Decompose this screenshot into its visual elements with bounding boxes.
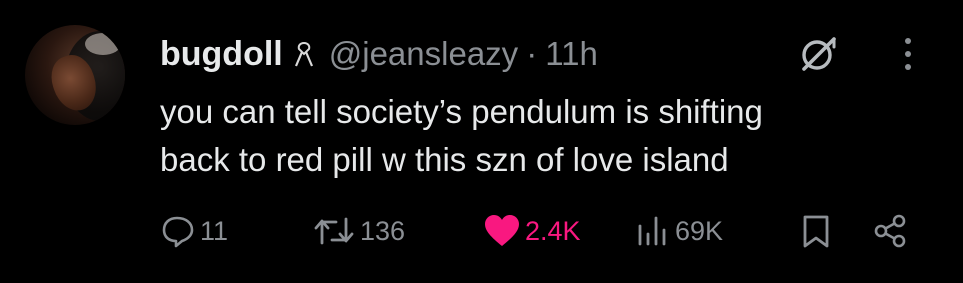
- reply-count: 11: [200, 215, 229, 246]
- tweet-text-line: you can tell society’s pendulum is shift…: [160, 93, 763, 130]
- bookmark-icon: [803, 215, 829, 248]
- author-display-name[interactable]: bugdoll: [160, 35, 283, 74]
- like-button[interactable]: 2.4K: [483, 209, 581, 253]
- grok-icon[interactable]: [798, 33, 840, 75]
- repost-icon: [314, 217, 354, 245]
- avatar[interactable]: [25, 25, 125, 125]
- repost-count: 136: [360, 215, 406, 246]
- share-icon: [874, 214, 906, 248]
- reply-icon: [162, 216, 194, 248]
- tweet[interactable]: bugdoll @jeansleazy · 11h you can tell s…: [0, 0, 963, 283]
- views-count: 69K: [675, 215, 724, 246]
- more-icon[interactable]: [898, 35, 918, 73]
- heart-icon: [485, 215, 519, 246]
- action-bar: 11 136 2.4K 69K: [160, 209, 920, 253]
- views-button[interactable]: 69K: [635, 209, 723, 253]
- tweet-text-line: back to red pill w this szn of love isla…: [160, 141, 729, 178]
- repost-button[interactable]: 136: [312, 209, 405, 253]
- author-handle[interactable]: @jeansleazy: [329, 35, 518, 73]
- ribbon-emoji-icon: [294, 41, 313, 67]
- views-icon: [638, 216, 666, 246]
- tweet-header: bugdoll @jeansleazy · 11h: [160, 32, 598, 76]
- like-count: 2.4K: [525, 215, 581, 246]
- separator-dot: ·: [526, 35, 538, 72]
- reply-button[interactable]: 11: [160, 209, 228, 253]
- post-time[interactable]: 11h: [545, 35, 598, 73]
- tweet-text: you can tell society’s pendulum is shift…: [160, 88, 940, 184]
- share-button[interactable]: [872, 209, 908, 253]
- bookmark-button[interactable]: [800, 209, 832, 253]
